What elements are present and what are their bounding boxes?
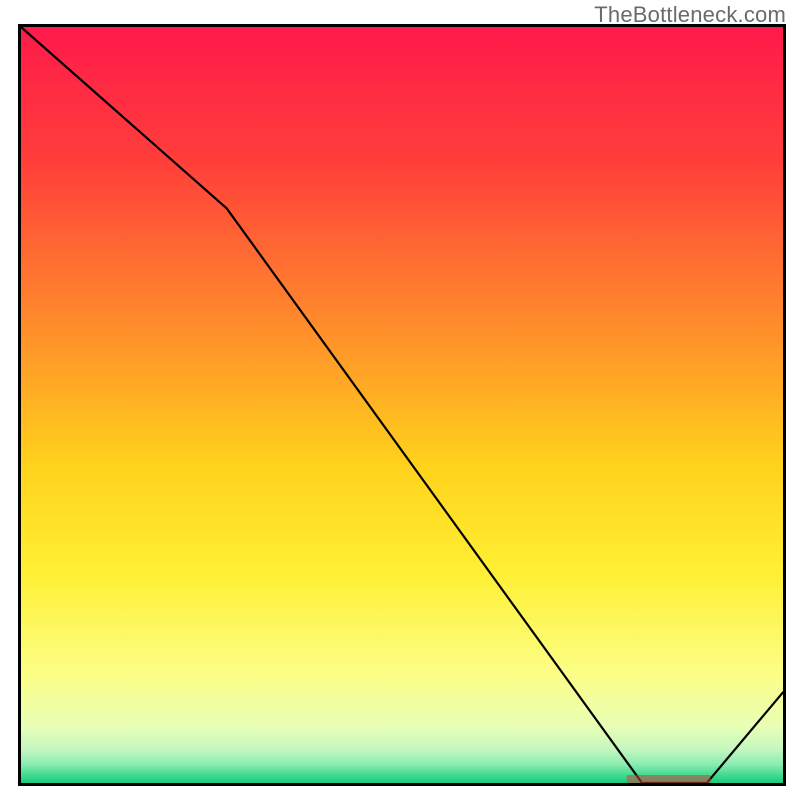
line-chart <box>0 0 800 800</box>
chart-container: TheBottleneck.com <box>0 0 800 800</box>
chart-background <box>21 27 783 783</box>
trough-marker <box>627 775 711 783</box>
watermark-text: TheBottleneck.com <box>594 2 786 28</box>
